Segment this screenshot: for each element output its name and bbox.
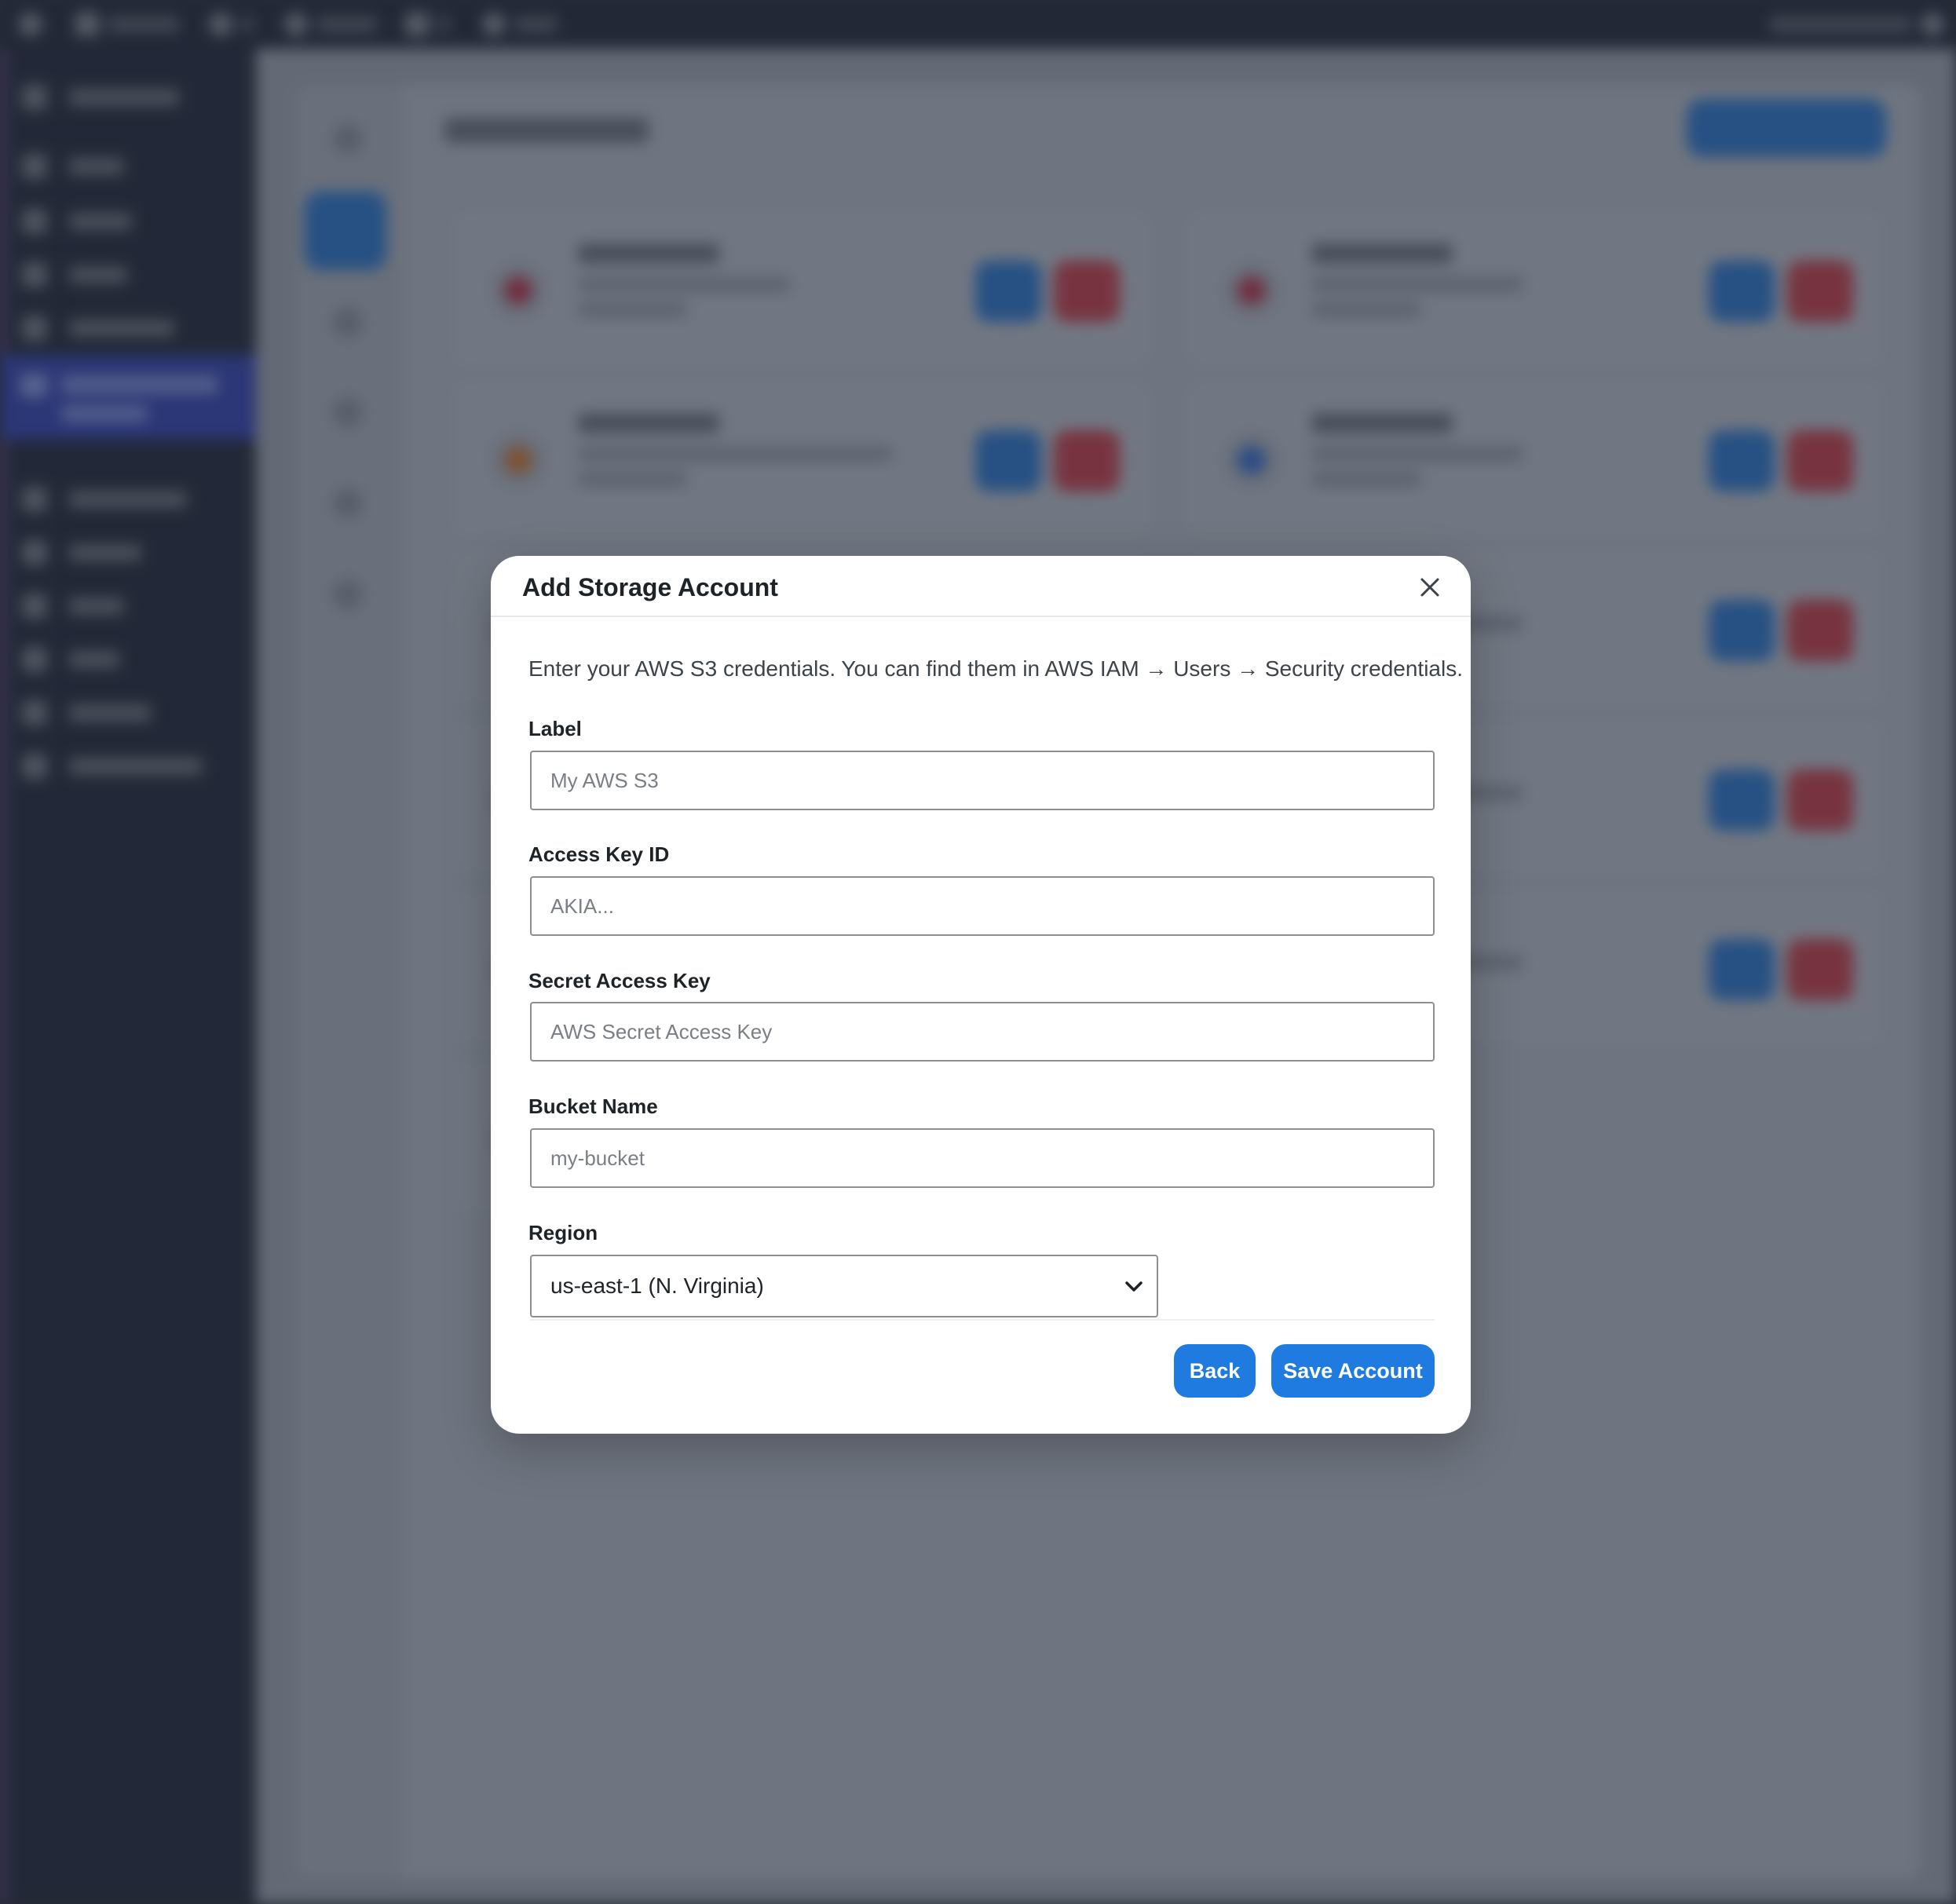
bucket-name-input[interactable] <box>530 1128 1435 1188</box>
close-icon[interactable] <box>1417 575 1442 600</box>
add-storage-account-modal: Add Storage Account Enter your AWS S3 cr… <box>491 556 1471 1434</box>
modal-title: Add Storage Account <box>522 573 778 601</box>
access-key-id-label: Access Key ID <box>528 842 670 866</box>
region-selected-value: us-east-1 (N. Virginia) <box>550 1274 764 1298</box>
modal-description: Enter your AWS S3 credentials. You can f… <box>528 656 1463 681</box>
region-select[interactable]: us-east-1 (N. Virginia) <box>530 1255 1158 1317</box>
modal-header: Add Storage Account <box>491 556 1471 617</box>
bucket-name-label: Bucket Name <box>528 1095 658 1118</box>
save-account-button[interactable]: Save Account <box>1271 1344 1435 1398</box>
secret-access-key-input[interactable] <box>530 1002 1435 1062</box>
back-button[interactable]: Back <box>1174 1344 1256 1398</box>
secret-access-key-label: Secret Access Key <box>528 969 711 992</box>
footer-divider <box>530 1319 1435 1321</box>
chevron-down-icon <box>1125 1281 1143 1292</box>
label-input[interactable] <box>530 751 1435 810</box>
access-key-id-input[interactable] <box>530 876 1435 936</box>
label-field-label: Label <box>528 717 582 740</box>
region-label: Region <box>528 1221 598 1244</box>
